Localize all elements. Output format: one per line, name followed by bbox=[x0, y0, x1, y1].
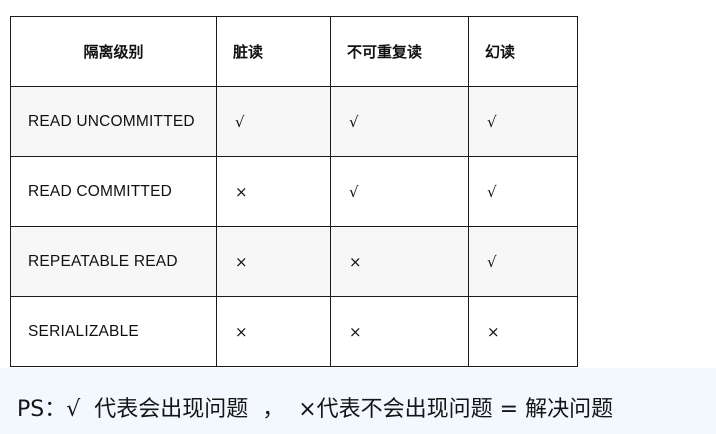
isolation-level-cell: SERIALIZABLE bbox=[10, 296, 217, 367]
isolation-level-cell: READ UNCOMMITTED bbox=[10, 86, 217, 157]
legend-note: PS：√ 代表会出现问题 ， ×代表不会出现问题 = 解决问题 bbox=[17, 397, 614, 422]
phantom-read-cell: √ bbox=[468, 226, 578, 297]
header-phantom-read: 幻读 bbox=[468, 16, 578, 87]
non-repeatable-read-cell: √ bbox=[330, 156, 469, 227]
phantom-read-cell: √ bbox=[468, 156, 578, 227]
header-isolation-level: 隔离级别 bbox=[10, 16, 217, 87]
dirty-read-cell: × bbox=[216, 226, 331, 297]
isolation-level-cell: REPEATABLE READ bbox=[10, 226, 217, 297]
table-row: REPEATABLE READ × × √ bbox=[10, 226, 578, 297]
table-row: READ COMMITTED × √ √ bbox=[10, 156, 578, 227]
dirty-read-cell: × bbox=[216, 156, 331, 227]
dirty-read-cell: × bbox=[216, 296, 331, 367]
non-repeatable-read-cell: × bbox=[330, 296, 469, 367]
non-repeatable-read-cell: √ bbox=[330, 86, 469, 157]
header-non-repeatable-read: 不可重复读 bbox=[330, 16, 469, 87]
header-dirty-read: 脏读 bbox=[216, 16, 331, 87]
table-row: SERIALIZABLE × × × bbox=[10, 296, 578, 367]
phantom-read-cell: √ bbox=[468, 86, 578, 157]
isolation-level-table: 隔离级别 脏读 不可重复读 幻读 READ UNCOMMITTED √ √ √ … bbox=[10, 16, 578, 367]
table-row: READ UNCOMMITTED √ √ √ bbox=[10, 86, 578, 157]
non-repeatable-read-cell: × bbox=[330, 226, 469, 297]
table-header-row: 隔离级别 脏读 不可重复读 幻读 bbox=[10, 16, 578, 87]
phantom-read-cell: × bbox=[468, 296, 578, 367]
isolation-level-table-container: 隔离级别 脏读 不可重复读 幻读 READ UNCOMMITTED √ √ √ … bbox=[10, 16, 578, 367]
isolation-level-cell: READ COMMITTED bbox=[10, 156, 217, 227]
dirty-read-cell: √ bbox=[216, 86, 331, 157]
